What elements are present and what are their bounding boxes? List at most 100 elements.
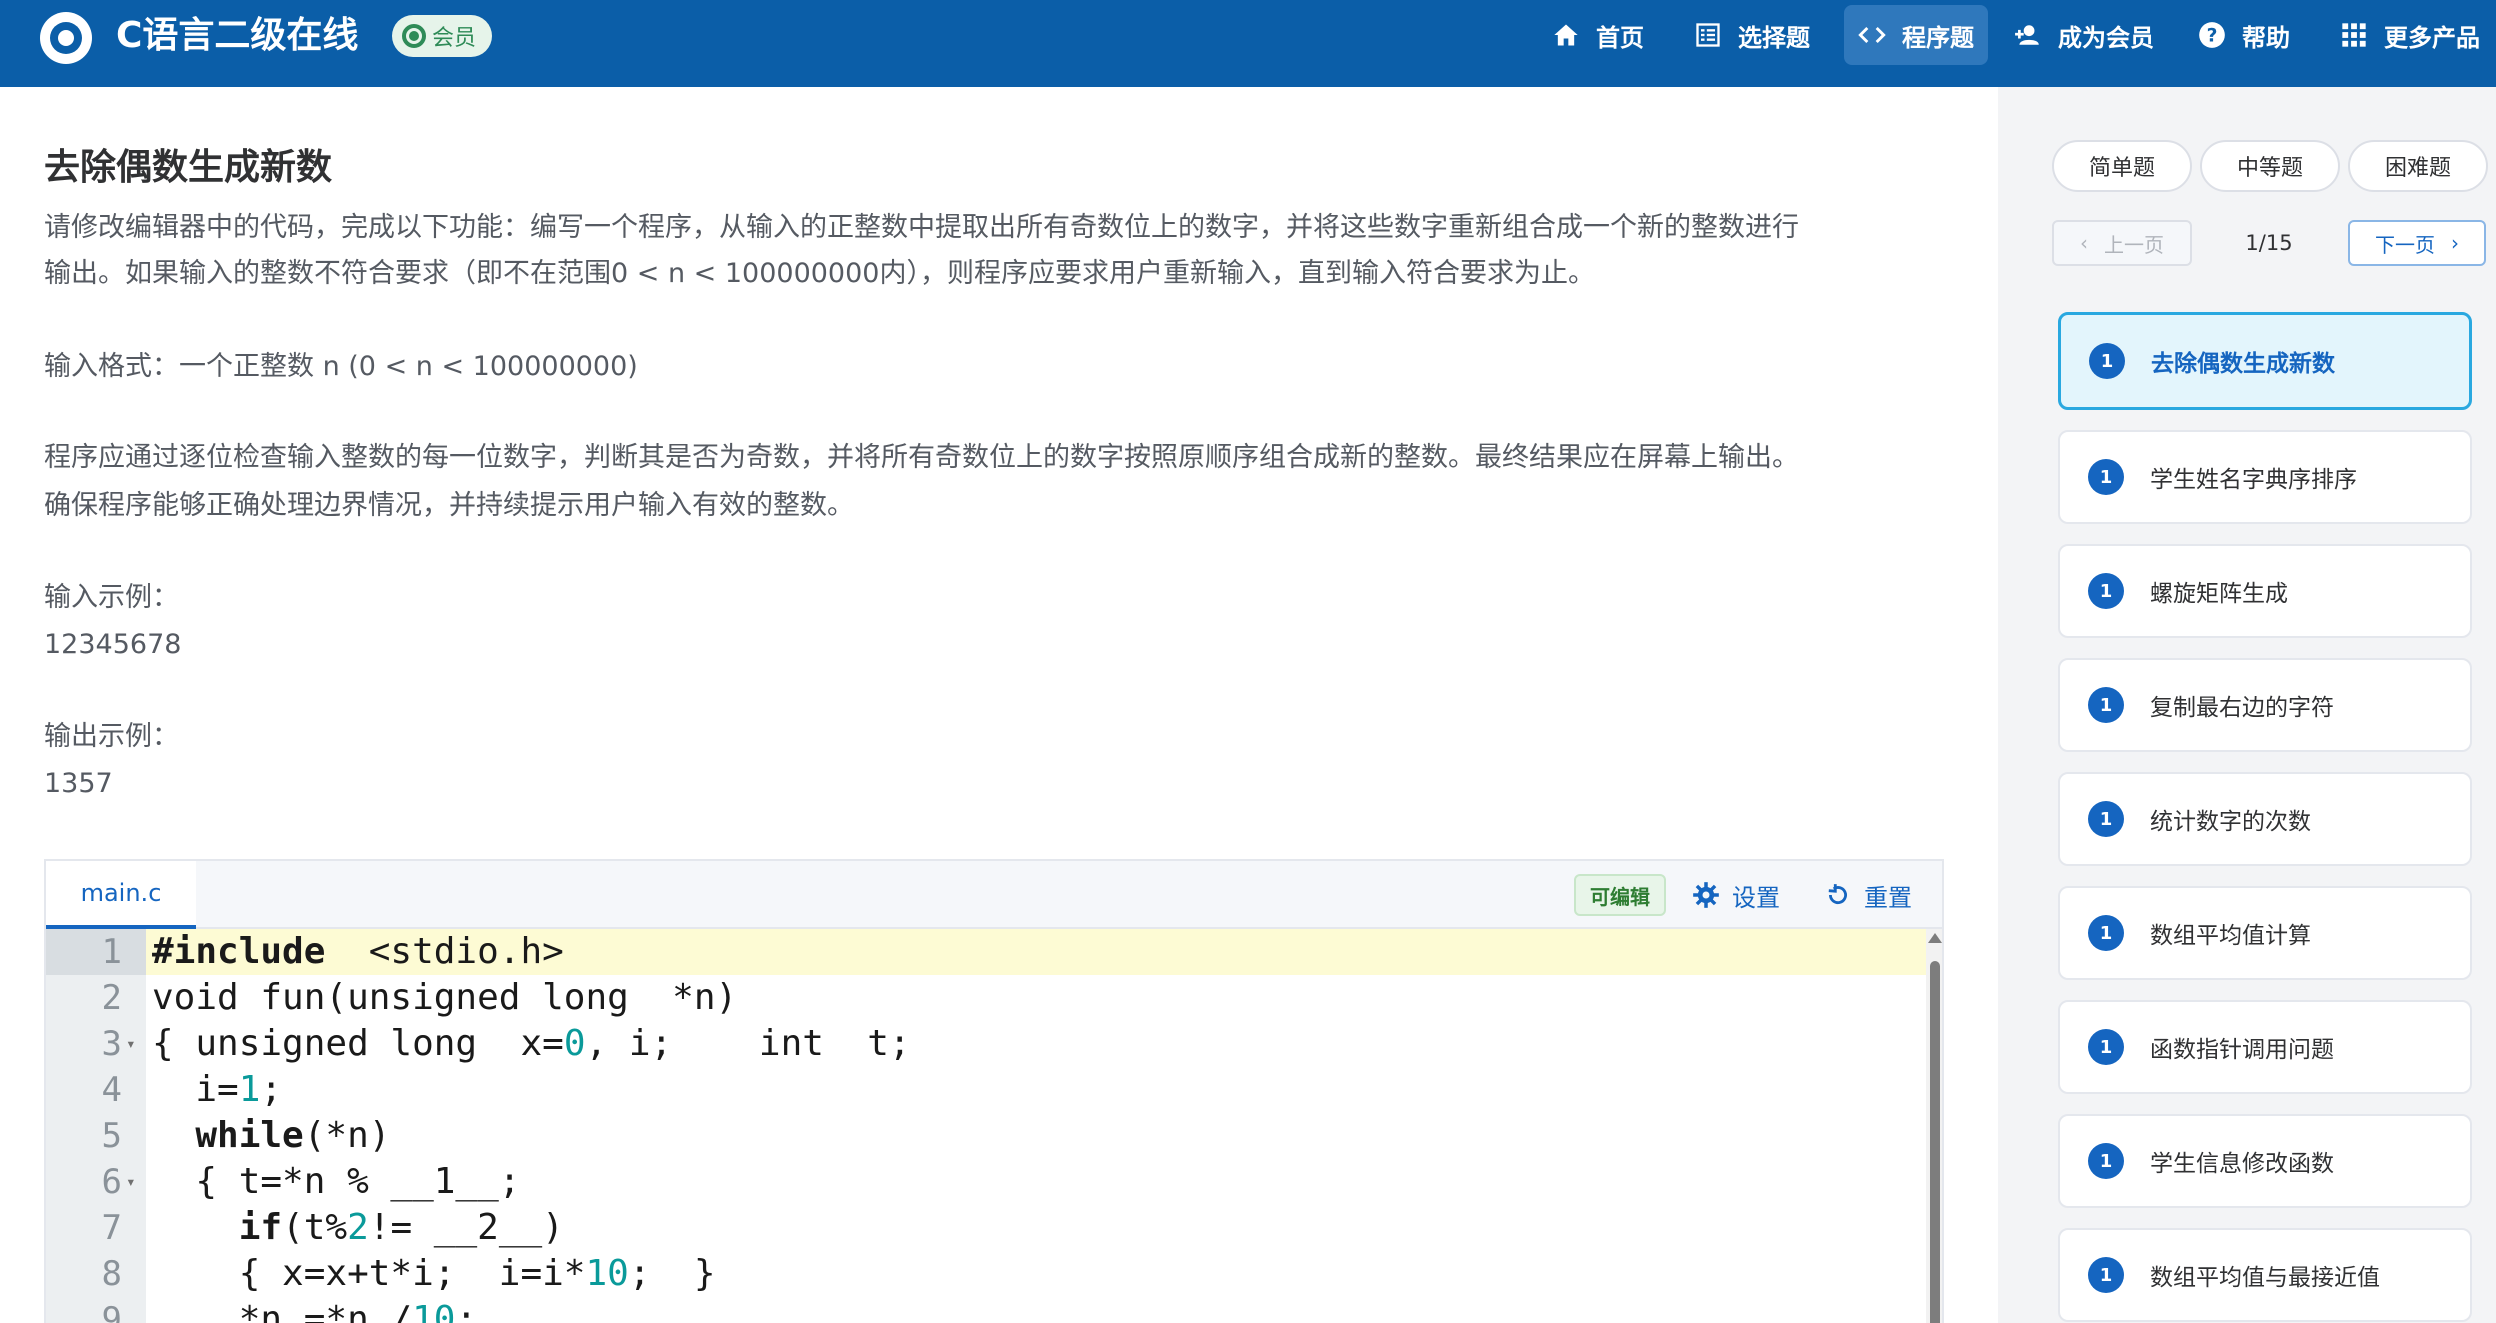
file-tab-main-c[interactable]: main.c — [46, 861, 196, 929]
input-format: 输入格式：一个正整数 n (0 < n < 100000000) — [44, 351, 638, 382]
fold-toggle-icon[interactable]: ▾ — [126, 1159, 140, 1205]
question-number-badge: 1 — [2088, 459, 2124, 495]
site-title[interactable]: C语言二级在线 — [116, 12, 358, 60]
question-card[interactable]: 1 去除偶数生成新数 — [2058, 312, 2472, 410]
line-number: 9 — [101, 1300, 122, 1323]
question-card[interactable]: 1 学生姓名字典序排序 — [2058, 430, 2472, 524]
prev-page-button[interactable]: ‹ 上一页 — [2052, 220, 2192, 266]
svg-text:?: ? — [2207, 25, 2218, 46]
code-line[interactable]: i=1; — [152, 1067, 282, 1113]
output-example-label: 输出示例： — [44, 721, 179, 752]
code-line[interactable]: #include <stdio.h> — [152, 929, 564, 975]
nav-home[interactable]: 首页 — [1538, 5, 1658, 65]
line-number: 7 — [101, 1208, 122, 1248]
code-editor: main.c 可编辑 设置 重置 1 2 3 4 5 6 7 8 9 ▾ ▾ #… — [44, 859, 1944, 1323]
line-number: 3 — [101, 1024, 122, 1064]
editor-toolbar: main.c 可编辑 设置 重置 — [46, 861, 1942, 929]
question-card[interactable]: 1 复制最右边的字符 — [2058, 658, 2472, 752]
nav-home-label: 首页 — [1596, 23, 1644, 52]
difficulty-hard-button[interactable]: 困难题 — [2348, 140, 2488, 192]
line-number: 1 — [101, 932, 122, 972]
code-line[interactable]: void fun(unsigned long *n) — [152, 975, 737, 1021]
line-number: 6 — [101, 1162, 122, 1202]
nav-become-member-label: 成为会员 — [2058, 23, 2154, 52]
code-line[interactable]: { x=x+t*i; i=i*10; } — [152, 1251, 716, 1297]
code-icon — [1858, 21, 1886, 49]
nav-more-products-label: 更多产品 — [2384, 23, 2480, 52]
input-example-value: 12345678 — [44, 629, 182, 660]
vip-medal-icon — [402, 24, 426, 48]
list-icon — [1694, 21, 1722, 49]
question-number-badge: 1 — [2088, 1143, 2124, 1179]
question-title: 数组平均值计算 — [2150, 923, 2311, 949]
prev-page-label: 上一页 — [2104, 232, 2164, 257]
code-line[interactable]: { unsigned long x=0, i; int t; — [152, 1021, 911, 1067]
question-title: 螺旋矩阵生成 — [2150, 581, 2288, 607]
vip-badge[interactable]: 会员 — [392, 15, 493, 57]
fold-toggle-icon[interactable]: ▾ — [126, 1021, 140, 1067]
question-card[interactable]: 1 函数指针调用问题 — [2058, 1000, 2472, 1094]
question-title: 学生姓名字典序排序 — [2150, 467, 2357, 493]
question-card[interactable]: 1 螺旋矩阵生成 — [2058, 544, 2472, 638]
nav-become-member[interactable]: 成为会员 — [2000, 5, 2168, 65]
problem-description-line: 请修改编辑器中的代码，完成以下功能：编写一个程序，从输入的正整数中提取出所有奇数… — [44, 212, 1799, 243]
question-number-badge: 1 — [2088, 573, 2124, 609]
chevron-right-icon: › — [2451, 231, 2459, 255]
question-number-badge: 1 — [2088, 1257, 2124, 1293]
code-line[interactable]: { t=*n % __1__; — [152, 1159, 520, 1205]
next-page-button[interactable]: 下一页 › — [2348, 220, 2486, 266]
question-number-badge: 1 — [2088, 1029, 2124, 1065]
nav-program-questions-label: 程序题 — [1902, 23, 1974, 52]
question-title: 统计数字的次数 — [2150, 809, 2311, 835]
vip-badge-label: 会员 — [432, 26, 477, 51]
page-counter: 1/15 — [2245, 231, 2293, 255]
problem-description-line: 程序应通过逐位检查输入整数的每一位数字，判断其是否为奇数，并将所有奇数位上的数字… — [44, 442, 1799, 473]
nav-choice-questions-label: 选择题 — [1738, 23, 1810, 52]
scroll-up-arrow-icon[interactable] — [1928, 933, 1942, 943]
line-number: 4 — [101, 1070, 122, 1110]
reset-button[interactable]: 重置 — [1824, 874, 1912, 916]
reset-icon — [1824, 881, 1852, 909]
question-title: 学生信息修改函数 — [2150, 1151, 2334, 1177]
top-navigation-bar: C语言二级在线 会员 首页 选择题 程序题 成为会员 ? 帮助 更多产品 — [0, 0, 2496, 87]
question-card[interactable]: 1 学生信息修改函数 — [2058, 1114, 2472, 1208]
problem-description-line: 输出。如果输入的整数不符合要求（即不在范围0 < n < 100000000内）… — [44, 258, 1595, 289]
input-example-label: 输入示例： — [44, 582, 179, 613]
nav-help-label: 帮助 — [2242, 23, 2290, 52]
editable-status-tag: 可编辑 — [1574, 874, 1666, 916]
next-page-label: 下一页 — [2375, 232, 2435, 257]
nav-more-products[interactable]: 更多产品 — [2326, 5, 2494, 65]
question-card[interactable]: 1 数组平均值与最接近值 — [2058, 1228, 2472, 1322]
question-number-badge: 1 — [2089, 343, 2125, 379]
settings-button[interactable]: 设置 — [1692, 874, 1780, 916]
nav-help[interactable]: ? 帮助 — [2184, 5, 2304, 65]
apps-grid-icon — [2340, 21, 2368, 49]
gear-icon — [1692, 881, 1720, 909]
chevron-left-icon: ‹ — [2080, 231, 2088, 255]
question-card[interactable]: 1 统计数字的次数 — [2058, 772, 2472, 866]
add-user-icon — [2014, 21, 2042, 49]
question-number-badge: 1 — [2088, 915, 2124, 951]
settings-button-label: 设置 — [1732, 883, 1780, 912]
difficulty-easy-button[interactable]: 简单题 — [2052, 140, 2192, 192]
editor-scrollbar-thumb[interactable] — [1930, 961, 1940, 1323]
nav-choice-questions[interactable]: 选择题 — [1680, 5, 1824, 65]
code-line[interactable]: if(t%2!= __2__) — [152, 1205, 564, 1251]
help-icon: ? — [2198, 21, 2226, 49]
problem-description-line: 确保程序能够正确处理边界情况，并持续提示用户输入有效的整数。 — [44, 490, 854, 521]
code-line[interactable]: *n =*n /10; — [152, 1297, 477, 1323]
reset-button-label: 重置 — [1864, 883, 1912, 912]
question-title: 复制最右边的字符 — [2150, 695, 2334, 721]
line-number: 5 — [101, 1116, 122, 1156]
question-number-badge: 1 — [2088, 801, 2124, 837]
home-icon — [1552, 21, 1580, 49]
line-number: 8 — [101, 1254, 122, 1294]
question-number-badge: 1 — [2088, 687, 2124, 723]
code-line[interactable]: while(*n) — [152, 1113, 390, 1159]
problem-title: 去除偶数生成新数 — [44, 147, 333, 188]
difficulty-medium-button[interactable]: 中等题 — [2200, 140, 2340, 192]
question-card[interactable]: 1 数组平均值计算 — [2058, 886, 2472, 980]
nav-program-questions[interactable]: 程序题 — [1844, 5, 1988, 65]
site-logo-icon[interactable] — [40, 12, 92, 64]
line-number: 2 — [101, 978, 122, 1018]
